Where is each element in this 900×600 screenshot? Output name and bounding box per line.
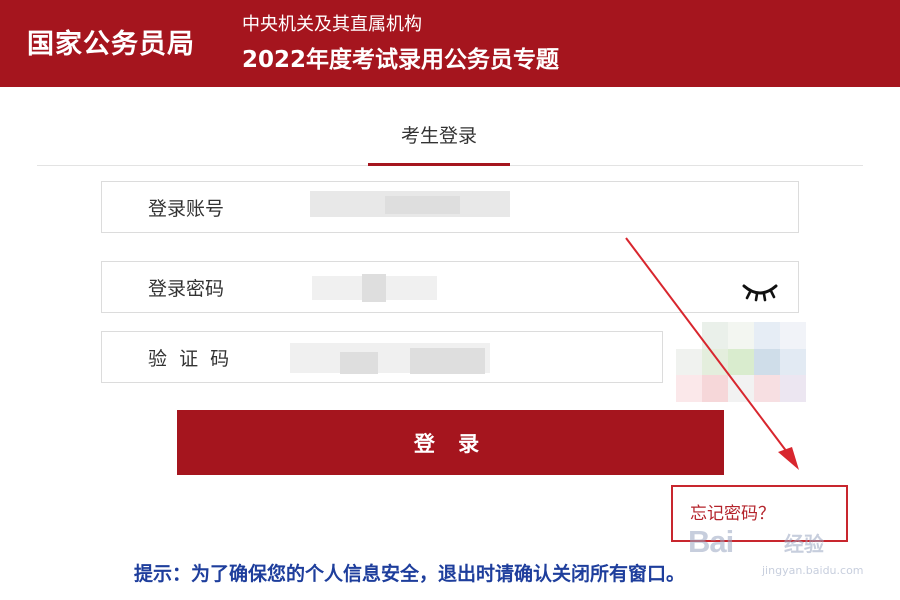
security-hint: 提示：为了确保您的个人信息安全，退出时请确认关闭所有窗口。 (134, 563, 686, 585)
header-subtitle-line2: 2022年度考试录用公务员专题 (242, 47, 560, 73)
captcha-image[interactable] (676, 322, 806, 402)
account-label: 登录账号 (148, 197, 225, 220)
captcha-label: 验 证 码 (148, 347, 230, 370)
tab-bar: 考生登录 (37, 88, 863, 166)
redacted-password-value (362, 274, 386, 302)
header-subtitle-line1: 中央机关及其直属机构 (242, 14, 422, 35)
forgot-password-link[interactable]: 忘记密码？ (690, 499, 775, 524)
site-name[interactable]: 国家公务员局 (27, 22, 195, 61)
redacted-account-value (385, 196, 460, 214)
eye-closed-icon[interactable] (740, 278, 780, 302)
password-field[interactable]: 登录密码 (101, 261, 799, 313)
watermark-url: jingyan.baidu.com (762, 564, 864, 577)
login-button[interactable]: 登 录 (177, 410, 724, 475)
redacted-captcha-value (410, 348, 485, 374)
password-label: 登录密码 (148, 277, 225, 300)
redacted-captcha-value (340, 352, 378, 374)
tab-candidate-login[interactable]: 考生登录 (368, 88, 510, 166)
site-header: 国家公务员局 中央机关及其直属机构 2022年度考试录用公务员专题 (0, 0, 900, 87)
